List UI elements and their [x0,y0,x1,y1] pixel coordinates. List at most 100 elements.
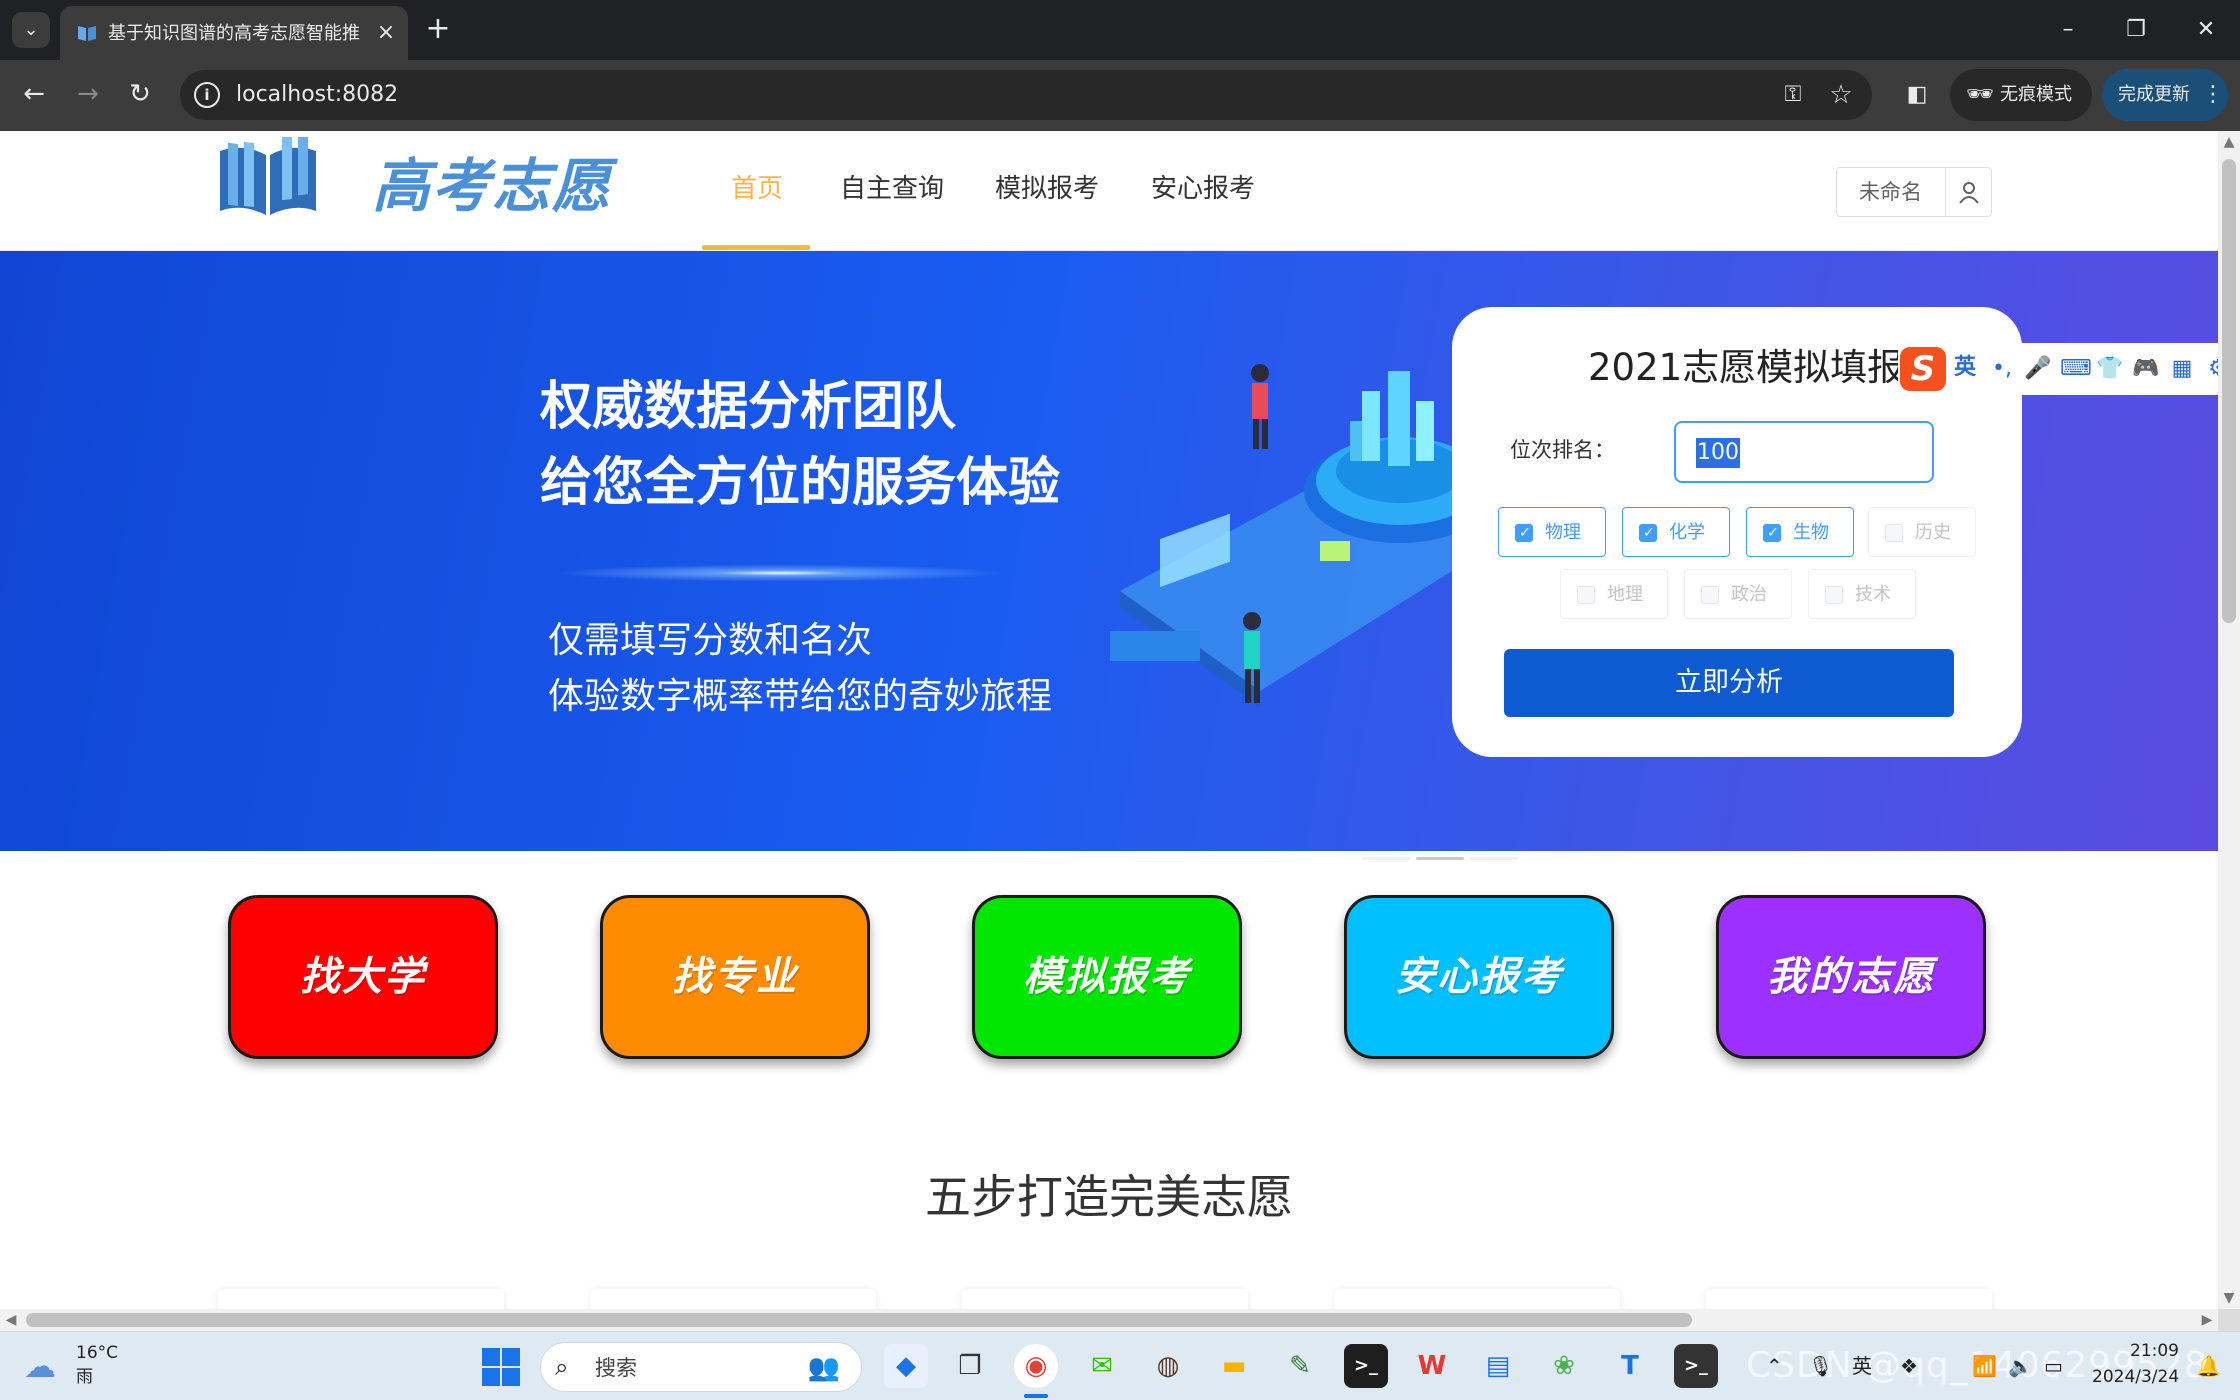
tab-search-chevron-icon[interactable]: ⌄ [12,12,50,48]
subject-politics-checkbox[interactable]: 政治 [1684,569,1792,619]
reload-icon[interactable]: ↻ [120,74,160,114]
mock-apply-button[interactable]: 模拟报考 [972,895,1242,1059]
safe-apply-button[interactable]: 安心报考 [1344,895,1614,1059]
password-key-icon[interactable]: ⚿ [1776,78,1810,112]
bookmark-star-icon[interactable]: ☆ [1824,78,1858,112]
side-panel-icon[interactable]: ◧ [1900,78,1934,112]
clock-time[interactable]: 21:09 [2130,1340,2179,1362]
site-info-icon[interactable]: i [194,82,220,108]
scroll-right-arrow-icon[interactable]: ▶ [2196,1309,2218,1331]
tray-overflow-icon[interactable]: ⌃ [1766,1348,1783,1384]
browser-tab-strip: ⌄ 基于知识图谱的高考志愿智能推 × + – ❐ ✕ [0,0,2240,60]
ime-toolbar[interactable]: S 英 •, 🎤 ⌨ 👕 🎮 ▦ ⚙ [1898,343,2240,395]
blue-app-icon[interactable]: T [1608,1344,1652,1388]
subject-technology-checkbox[interactable]: 技术 [1808,569,1916,619]
subject-chemistry-checkbox[interactable]: ✓ 化学 [1622,507,1730,557]
find-university-button[interactable]: 找大学 [228,895,498,1059]
window-minimize-icon[interactable]: – [2048,10,2088,50]
weather-condition[interactable]: 雨 [76,1366,93,1388]
scroll-up-arrow-icon[interactable]: ▲ [2218,131,2240,153]
weather-rain-icon[interactable]: ☁ [24,1348,68,1384]
sogou-logo-icon[interactable]: S [1900,347,1946,391]
terminal-app-icon[interactable]: >_ [1344,1344,1388,1388]
vertical-scroll-thumb[interactable] [2222,159,2236,623]
window-restore-icon[interactable]: ❐ [2116,10,2156,50]
volume-icon[interactable]: 🔈 [2008,1348,2033,1384]
forward-arrow-icon[interactable]: → [68,74,108,114]
console-app-icon[interactable]: >_ [1674,1344,1718,1388]
nav-self-query[interactable]: 自主查询 [840,171,944,207]
site-logo-text[interactable]: 高考志愿 [372,153,612,219]
analyze-button[interactable]: 立即分析 [1504,649,1954,717]
copilot-app-icon[interactable]: ◆ [884,1344,928,1388]
scroll-down-arrow-icon[interactable]: ▼ [2218,1287,2240,1309]
rank-input[interactable]: 100 [1674,421,1934,483]
skin-shirt-icon[interactable]: 👕 [2096,355,2124,383]
tray-mic-icon[interactable]: 🎙 [1808,1348,1833,1384]
tray-ime-label[interactable]: 英 [1852,1348,1872,1384]
checkbox-box: ✓ [1639,524,1657,542]
carousel-indicator[interactable] [1470,857,1518,860]
carousel-indicator[interactable] [1362,857,1410,860]
wps-app-icon[interactable]: W [1410,1344,1454,1388]
windows-start-icon[interactable] [480,1346,522,1388]
editor-app-icon[interactable]: ✎ [1278,1344,1322,1388]
subject-biology-checkbox[interactable]: ✓ 生物 [1746,507,1854,557]
nav-home[interactable]: 首页 [731,171,783,207]
wifi-icon[interactable]: 📶 [1972,1348,1997,1384]
chrome-app-icon[interactable]: ◉ [1014,1344,1058,1388]
window-close-icon[interactable]: ✕ [2186,10,2226,50]
notepad-app-icon[interactable]: ▤ [1476,1344,1520,1388]
task-view-icon[interactable]: ❐ [948,1344,992,1388]
my-wishes-button[interactable]: 我的志愿 [1716,895,1986,1059]
subject-physics-checkbox[interactable]: ✓ 物理 [1498,507,1606,557]
step-card[interactable] [218,1289,504,1309]
horizontal-scroll-thumb[interactable] [26,1313,1692,1327]
subject-label: 生物 [1793,522,1829,543]
banner-subline-1: 仅需填写分数和名次 [548,620,873,661]
taskbar-search-box[interactable]: ⌕ 搜索 👥 [540,1342,862,1392]
notification-icon[interactable]: 🔔 [2196,1348,2221,1384]
punctuation-icon[interactable]: •, [1988,355,2016,383]
nav-safe-apply[interactable]: 安心报考 [1151,171,1255,207]
tab-close-icon[interactable]: × [372,19,400,47]
incognito-badge[interactable]: 🕶 无痕模式 [1950,69,2092,121]
keyboard-icon[interactable]: ⌨ [2060,355,2092,383]
colorful-app-icon[interactable]: ❀ [1542,1344,1586,1388]
step-card[interactable] [962,1289,1248,1309]
vertical-scrollbar[interactable]: ▲ ▼ [2218,131,2240,1309]
banner-subline-2: 体验数字概率带给您的奇妙旅程 [548,676,1053,717]
gamepad-icon[interactable]: 🎮 [2132,355,2160,383]
carousel-indicator-active[interactable] [1416,857,1464,860]
find-major-button[interactable]: 找专业 [600,895,870,1059]
ime-mode-label[interactable]: 英 [1954,353,1976,383]
user-menu[interactable]: 未命名 [1836,167,1992,217]
hero-banner: 权威数据分析团队 给您全方位的服务体验 仅需填写分数和名次 体验数字概率带给您的… [0,251,2218,851]
address-bar[interactable]: i localhost:8082 ⚿ ☆ [180,70,1872,120]
microphone-icon[interactable]: 🎤 [2024,355,2052,383]
new-tab-plus-icon[interactable]: + [422,14,454,46]
update-button[interactable]: 完成更新 ⋮ [2102,69,2228,121]
battery-icon[interactable]: ▭ [2044,1348,2063,1384]
tab-title: 基于知识图谱的高考志愿智能推 [108,23,360,44]
subject-history-checkbox[interactable]: 历史 [1868,507,1976,557]
horizontal-scrollbar[interactable]: ◀ ▶ [0,1309,2218,1331]
tray-app-icon[interactable]: ❖ [1900,1348,1918,1384]
file-explorer-icon[interactable]: ▬ [1212,1344,1256,1388]
subject-geography-checkbox[interactable]: 地理 [1560,569,1668,619]
back-arrow-icon[interactable]: ← [14,74,54,114]
game-app-icon[interactable]: ◍ [1146,1344,1190,1388]
subject-label: 物理 [1545,522,1581,543]
step-card[interactable] [590,1289,876,1309]
wechat-app-icon[interactable]: ✉ [1080,1344,1124,1388]
browser-tab-active[interactable]: 基于知识图谱的高考志愿智能推 × [60,6,408,60]
weather-temperature[interactable]: 16°C [76,1342,118,1364]
step-card[interactable] [1706,1289,1992,1309]
nav-mock-apply[interactable]: 模拟报考 [995,171,1099,207]
apps-grid-icon[interactable]: ▦ [2168,355,2196,383]
clock-date[interactable]: 2024/3/24 [2092,1366,2179,1388]
address-url[interactable]: localhost:8082 [236,80,398,110]
rank-input-value[interactable]: 100 [1696,438,1740,468]
scroll-left-arrow-icon[interactable]: ◀ [0,1309,22,1331]
step-card[interactable] [1334,1289,1620,1309]
